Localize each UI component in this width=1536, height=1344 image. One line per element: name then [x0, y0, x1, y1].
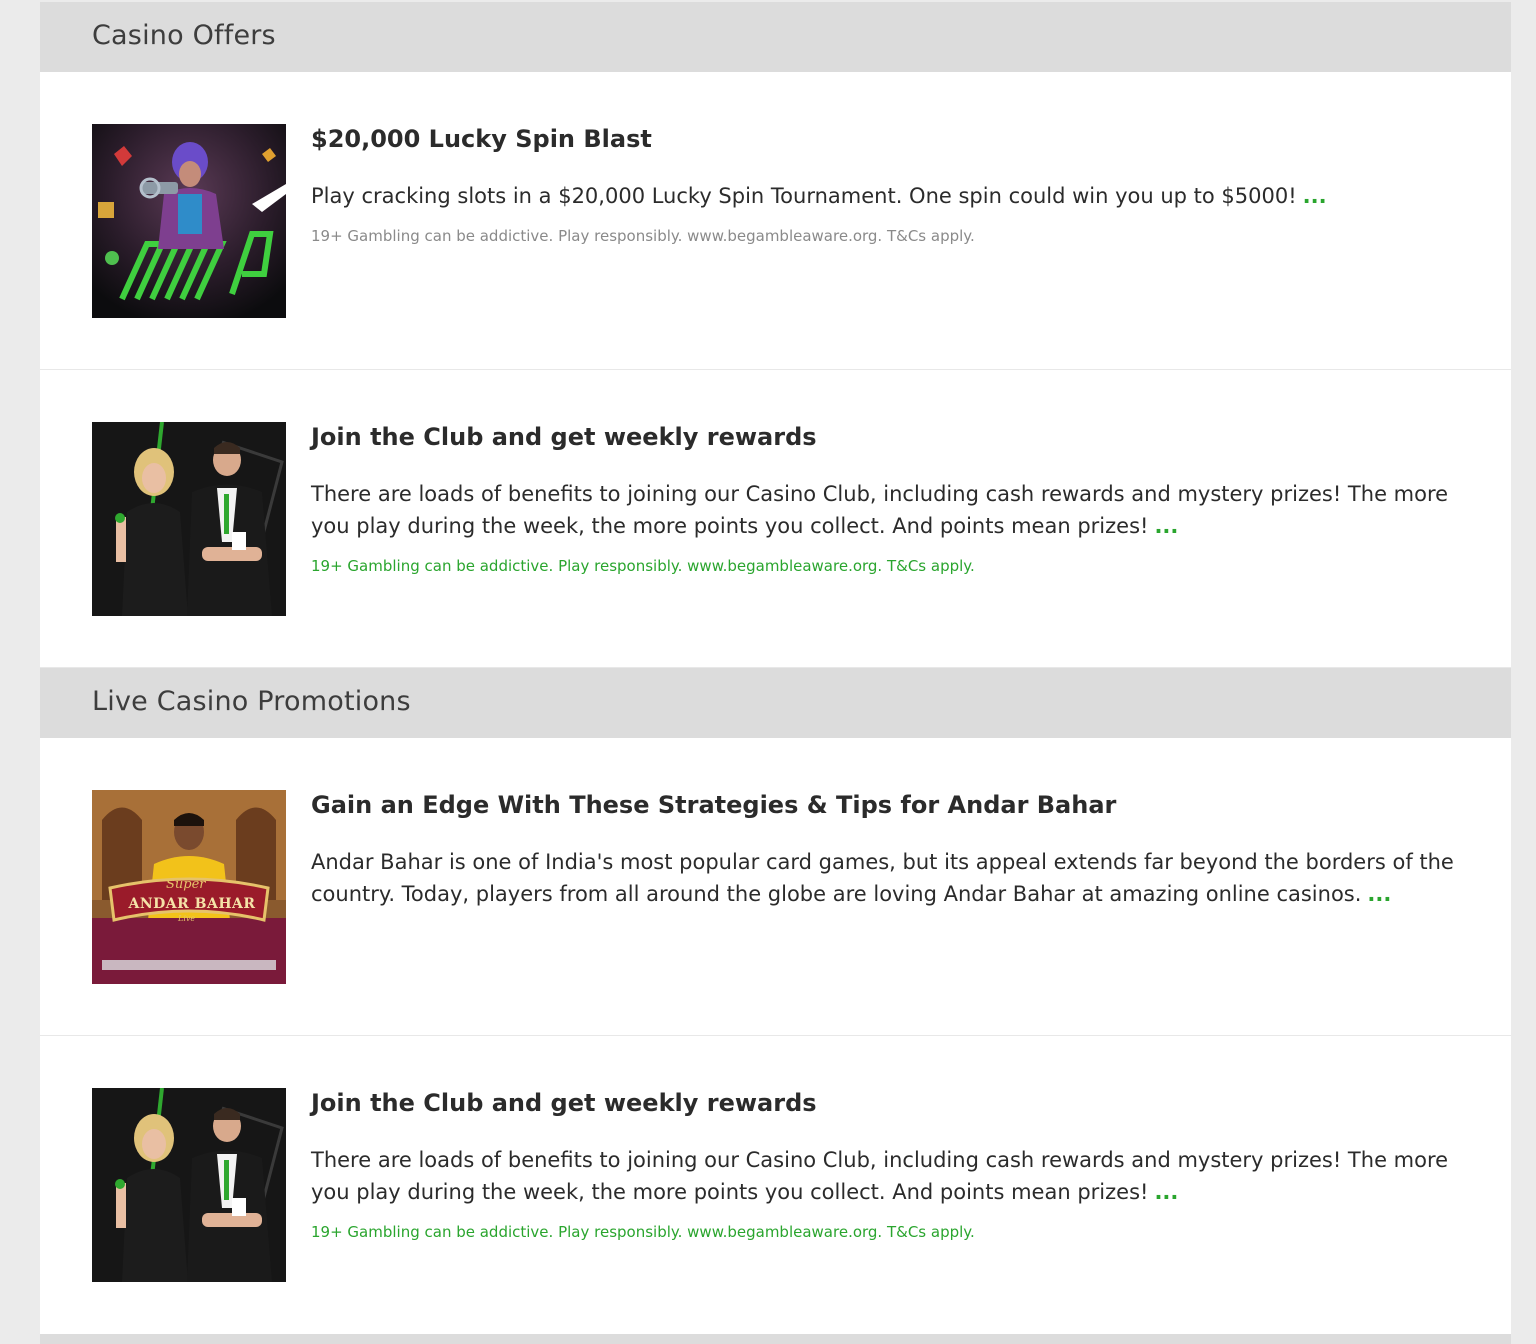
- read-more-link[interactable]: ...: [1154, 514, 1178, 538]
- read-more-link[interactable]: ...: [1367, 882, 1391, 906]
- offer-text: $20,000 Lucky Spin Blast Play cracking s…: [311, 124, 1461, 246]
- offer-description: Play cracking slots in a $20,000 Lucky S…: [311, 180, 1461, 212]
- offer-description-text: There are loads of benefits to joining o…: [311, 482, 1449, 538]
- lucky-spin-heroine-image[interactable]: [92, 124, 286, 318]
- offer-description-text: Andar Bahar is one of India's most popul…: [311, 850, 1454, 906]
- offer-card: Join the Club and get weekly rewards The…: [40, 370, 1511, 668]
- offer-description: There are loads of benefits to joining o…: [311, 478, 1461, 542]
- offer-text: Gain an Edge With These Strategies & Tip…: [311, 790, 1461, 910]
- offer-title[interactable]: Join the Club and get weekly rewards: [311, 1088, 1461, 1118]
- offer-terms[interactable]: 19+ Gambling can be addictive. Play resp…: [311, 556, 1461, 576]
- andar-bahar-logo-title: ANDAR BAHAR: [128, 896, 256, 912]
- section-header-casino-offers: Casino Offers: [40, 2, 1511, 72]
- section-title: Casino Offers: [92, 20, 276, 51]
- andar-bahar-image[interactable]: Super ANDAR BAHAR Live: [92, 790, 286, 984]
- offer-description-text: Play cracking slots in a $20,000 Lucky S…: [311, 184, 1297, 208]
- offer-card: $20,000 Lucky Spin Blast Play cracking s…: [40, 72, 1511, 370]
- andar-bahar-logo-super: Super: [166, 877, 206, 892]
- offer-description: Andar Bahar is one of India's most popul…: [311, 846, 1461, 910]
- read-more-link[interactable]: ...: [1154, 1180, 1178, 1204]
- promotions-panel: Casino Offers $20,000 Lucky Spin Blast P…: [40, 2, 1511, 1334]
- next-section-header-edge: [40, 1334, 1511, 1344]
- offer-title[interactable]: Gain an Edge With These Strategies & Tip…: [311, 790, 1461, 820]
- offer-description: There are loads of benefits to joining o…: [311, 1144, 1461, 1208]
- casino-club-dealers-image[interactable]: [92, 422, 286, 616]
- offer-title[interactable]: $20,000 Lucky Spin Blast: [311, 124, 1461, 154]
- read-more-link[interactable]: ...: [1303, 184, 1327, 208]
- offer-terms[interactable]: 19+ Gambling can be addictive. Play resp…: [311, 1222, 1461, 1242]
- offer-terms: 19+ Gambling can be addictive. Play resp…: [311, 227, 975, 245]
- offer-text: Join the Club and get weekly rewards The…: [311, 422, 1461, 576]
- offer-text: Join the Club and get weekly rewards The…: [311, 1088, 1461, 1242]
- andar-bahar-logo-live: Live: [178, 914, 196, 923]
- offer-description-text: There are loads of benefits to joining o…: [311, 1148, 1449, 1204]
- offer-title[interactable]: Join the Club and get weekly rewards: [311, 422, 1461, 452]
- offer-card: Join the Club and get weekly rewards The…: [40, 1036, 1511, 1334]
- offer-card: Super ANDAR BAHAR Live Gain an Edge With…: [40, 738, 1511, 1036]
- section-title: Live Casino Promotions: [92, 686, 411, 717]
- casino-club-dealers-image[interactable]: [92, 1088, 286, 1282]
- section-header-live-casino-promotions: Live Casino Promotions: [40, 668, 1511, 738]
